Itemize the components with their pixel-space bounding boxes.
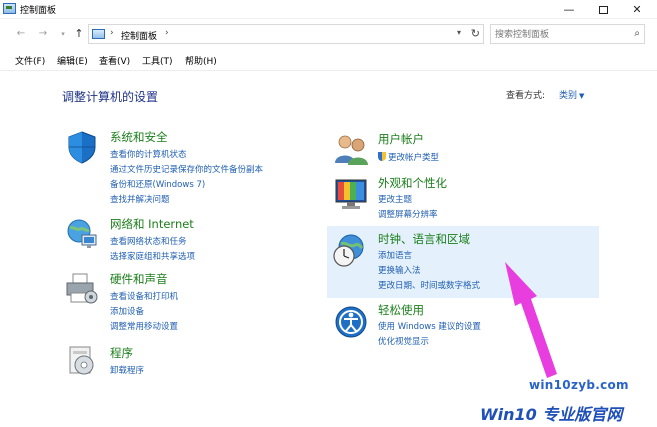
watermark-brand: Win10 专业版官网 [480,405,623,424]
annotation-arrow [505,262,557,378]
watermark-site: win10zyb.com [529,378,629,392]
